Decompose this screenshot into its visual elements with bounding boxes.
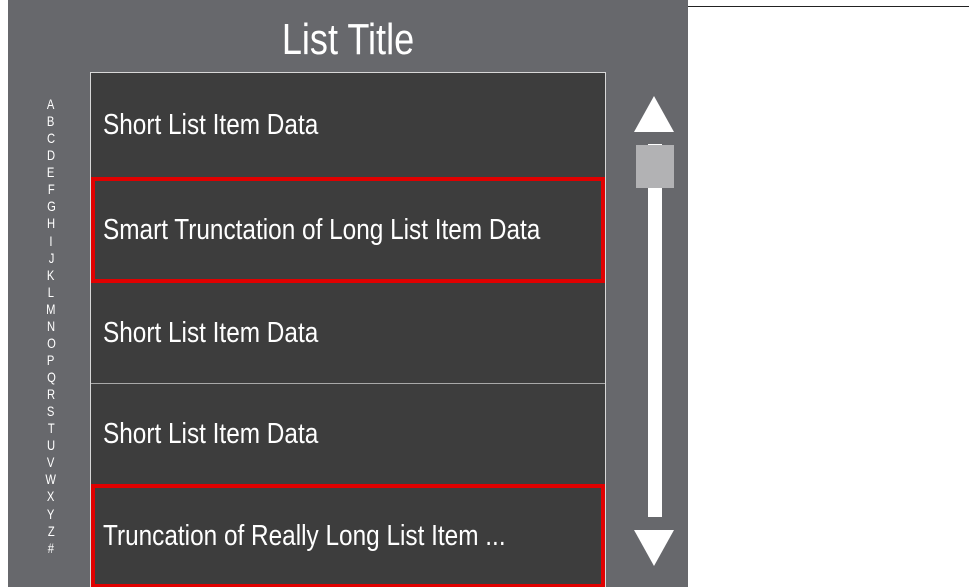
alphabet-letter[interactable]: Y [47, 506, 54, 523]
scrollbar-track[interactable] [648, 144, 662, 517]
top-divider-line [688, 6, 969, 7]
scroll-down-button[interactable] [634, 530, 674, 566]
alphabet-letter[interactable]: X [47, 488, 54, 505]
list-title: List Title [281, 15, 415, 64]
alphabet-letter[interactable]: E [47, 164, 54, 181]
alphabet-letter[interactable]: # [48, 540, 54, 557]
alphabet-letter[interactable]: A [47, 96, 54, 113]
alphabet-letter[interactable]: G [47, 198, 56, 215]
alphabet-letter[interactable]: Q [47, 369, 56, 386]
list-item-label: Truncation of Really Long List Item ... [103, 519, 506, 552]
alphabet-letter[interactable]: F [48, 181, 55, 198]
triangle-down-icon [634, 530, 674, 566]
list-item[interactable]: Truncation of Really Long List Item ... [91, 484, 605, 587]
alphabet-letter[interactable]: K [47, 267, 54, 284]
alphabet-letter[interactable]: R [47, 386, 55, 403]
item-list: Short List Item Data Smart Trunctation o… [90, 72, 606, 587]
alphabet-letter[interactable]: P [47, 352, 54, 369]
list-item[interactable]: Short List Item Data [91, 73, 605, 177]
scrollbar-thumb[interactable] [636, 145, 674, 188]
alphabet-letter[interactable]: W [46, 471, 57, 488]
alphabet-letter[interactable]: H [47, 215, 55, 232]
alphabet-letter[interactable]: M [46, 301, 55, 318]
list-item-label: Short List Item Data [103, 417, 319, 450]
alphabet-letter[interactable]: D [47, 147, 55, 164]
list-panel: List Title A B C D E F G H I J K L M N O… [8, 0, 688, 587]
alphabet-letter[interactable]: L [48, 284, 54, 301]
scroll-up-button[interactable] [634, 96, 674, 132]
alphabet-letter[interactable]: O [47, 335, 56, 352]
list-item-label: Short List Item Data [103, 108, 319, 141]
triangle-up-icon [634, 96, 674, 132]
list-item-label: Short List Item Data [103, 316, 319, 349]
alphabet-letter[interactable]: T [48, 420, 55, 437]
alphabet-letter[interactable]: V [47, 454, 54, 471]
list-item[interactable]: Smart Trunctation of Long List Item Data [91, 177, 605, 283]
alphabet-index[interactable]: A B C D E F G H I J K L M N O P Q R S T … [40, 96, 62, 574]
alphabet-letter[interactable]: I [49, 233, 52, 250]
alphabet-letter[interactable]: S [47, 403, 54, 420]
list-item[interactable]: Short List Item Data [91, 283, 605, 384]
alphabet-letter[interactable]: N [47, 318, 55, 335]
list-item[interactable]: Short List Item Data [91, 384, 605, 484]
alphabet-letter[interactable]: B [47, 113, 54, 130]
alphabet-letter[interactable]: C [47, 130, 55, 147]
alphabet-letter[interactable]: U [47, 437, 55, 454]
alphabet-letter[interactable]: J [48, 250, 54, 267]
alphabet-letter[interactable]: Z [48, 523, 55, 540]
list-item-label: Smart Trunctation of Long List Item Data [103, 213, 541, 246]
